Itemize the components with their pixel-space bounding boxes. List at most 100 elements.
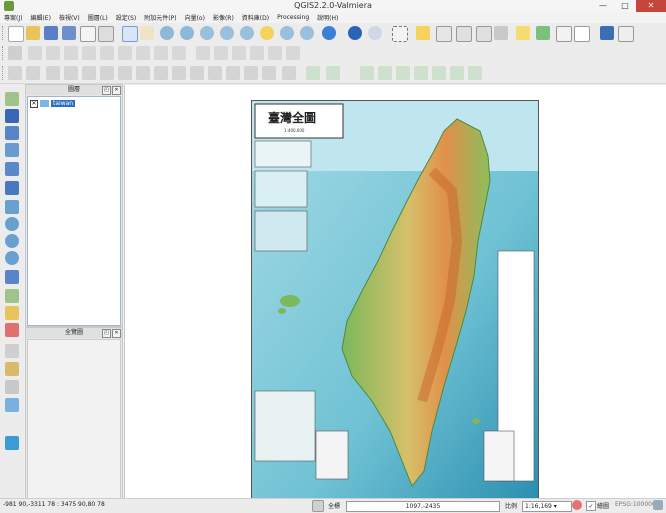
overview-map[interactable] (27, 339, 121, 499)
add-spatialite-icon[interactable] (5, 143, 19, 157)
label-tool-icon[interactable] (196, 46, 210, 60)
vector-tool-5-icon[interactable] (432, 66, 446, 80)
close-panel-icon[interactable]: ✕ (112, 329, 121, 338)
menu-plugins[interactable]: 附加元件(P) (140, 13, 180, 22)
identify-icon[interactable] (348, 26, 362, 40)
node-tool-icon[interactable] (82, 46, 96, 60)
render-checkbox[interactable]: ✓ (586, 501, 596, 511)
zoom-selection-icon[interactable] (260, 26, 274, 40)
add-wcs-icon[interactable] (5, 217, 19, 231)
zoom-next-icon[interactable] (300, 26, 314, 40)
redo-edit-icon[interactable] (26, 66, 40, 80)
raster-calc-icon[interactable] (5, 436, 19, 450)
change-label-icon[interactable] (286, 46, 300, 60)
add-feature-icon[interactable] (46, 46, 60, 60)
attribute-table-icon[interactable] (436, 26, 452, 42)
fill-ring-icon[interactable] (100, 66, 114, 80)
deselect-icon[interactable] (416, 26, 430, 40)
coordinate-toggle-icon[interactable] (312, 500, 324, 512)
paste-features-icon[interactable] (154, 46, 168, 60)
new-memory-icon[interactable] (5, 323, 19, 337)
label-icon[interactable] (556, 26, 572, 42)
delete-selected-icon[interactable] (100, 46, 114, 60)
cut-features-icon[interactable] (118, 46, 132, 60)
annotation-icon[interactable] (516, 26, 530, 40)
gps-icon[interactable] (5, 380, 19, 394)
minimize-button[interactable]: — (592, 0, 614, 12)
toolbar-grip[interactable] (2, 46, 6, 60)
layer-name[interactable]: taiwan (51, 100, 76, 107)
print-composer-icon[interactable] (80, 26, 96, 42)
text-icon[interactable] (574, 26, 590, 42)
measure-icon[interactable] (494, 26, 508, 40)
simplify-icon[interactable] (46, 66, 60, 80)
undo-edit-icon[interactable] (8, 66, 22, 80)
toggle-editing-icon[interactable] (8, 46, 22, 60)
add-gps-icon[interactable] (5, 270, 19, 284)
add-mssql-icon[interactable] (5, 162, 19, 176)
add-vector-icon[interactable] (5, 92, 19, 106)
layer-visibility-checkbox[interactable]: ✕ (30, 99, 38, 108)
vector-tool-2-icon[interactable] (378, 66, 392, 80)
merge-attributes-icon[interactable] (244, 66, 258, 80)
menu-project[interactable]: 專案(J) (0, 13, 26, 22)
add-postgis-icon[interactable] (5, 126, 19, 140)
new-project-icon[interactable] (8, 26, 24, 42)
toolbar-grip[interactable] (2, 26, 6, 40)
add-raster-icon[interactable] (5, 109, 19, 123)
menu-vector[interactable]: 向量(o) (181, 13, 209, 22)
messages-icon[interactable] (653, 500, 663, 510)
layer-row-taiwan[interactable]: ✕ taiwan (30, 99, 76, 108)
refresh-icon[interactable] (322, 26, 336, 40)
save-edits-icon[interactable] (28, 46, 42, 60)
pin-label-icon[interactable] (214, 46, 228, 60)
close-button[interactable]: ✕ (636, 0, 666, 12)
merge-features-icon[interactable] (226, 66, 240, 80)
add-part-icon[interactable] (82, 66, 96, 80)
coordinate-field[interactable]: 1097,-2435 (346, 501, 500, 512)
statistics-icon[interactable] (476, 26, 492, 42)
zoom-full-icon[interactable] (220, 26, 234, 40)
composer-manager-icon[interactable] (98, 26, 114, 42)
zoom-last-icon[interactable] (280, 26, 294, 40)
pan-icon[interactable] (122, 26, 138, 42)
new-spatialite-icon[interactable] (5, 306, 19, 320)
vector-tool-7-icon[interactable] (468, 66, 482, 80)
show-label-icon[interactable] (232, 46, 246, 60)
georef-icon[interactable] (5, 398, 19, 412)
add-wfs-icon[interactable] (5, 234, 19, 248)
offset-curve-icon[interactable] (172, 66, 186, 80)
spatial-query-icon[interactable] (306, 66, 320, 80)
vector-tool-4-icon[interactable] (414, 66, 428, 80)
save-project-icon[interactable] (44, 26, 58, 40)
zoom-layer-icon[interactable] (240, 26, 254, 40)
map-tips-icon[interactable] (600, 26, 614, 40)
copy-features-icon[interactable] (136, 46, 150, 60)
info-icon[interactable] (368, 26, 382, 40)
menu-edit[interactable]: 編輯(E) (26, 13, 54, 22)
move-feature-icon[interactable] (64, 46, 78, 60)
add-delimited-icon[interactable] (5, 251, 19, 265)
menu-layer[interactable]: 圖層(L) (84, 13, 112, 22)
float-panel-icon[interactable]: ◰ (102, 86, 111, 95)
float-panel-icon[interactable]: ◰ (102, 329, 111, 338)
field-calc-icon[interactable] (456, 26, 472, 42)
digitize-icon[interactable] (5, 344, 19, 358)
move-label-icon[interactable] (250, 46, 264, 60)
vector-tool-1-icon[interactable] (360, 66, 374, 80)
reshape-icon[interactable] (154, 66, 168, 80)
new-shapefile-icon[interactable] (5, 289, 19, 303)
toolbar-grip[interactable] (2, 66, 6, 80)
zoom-out-icon[interactable] (180, 26, 194, 40)
pan-to-selection-icon[interactable] (140, 26, 154, 40)
node-tool-icon[interactable] (5, 362, 19, 376)
zoom-actual-icon[interactable] (200, 26, 214, 40)
delete-part-icon[interactable] (136, 66, 150, 80)
vector-tool-3-icon[interactable] (396, 66, 410, 80)
scale-select[interactable]: 1:16,169 ▾ (522, 501, 572, 512)
vector-tool-6-icon[interactable] (450, 66, 464, 80)
crs-status[interactable]: EPSG:100000 (615, 501, 656, 508)
rotate-feature-icon[interactable] (282, 66, 296, 80)
taiwan-map-raster[interactable]: 臺灣全圖 1:400,000 (251, 100, 539, 500)
undo-icon[interactable] (172, 46, 186, 60)
